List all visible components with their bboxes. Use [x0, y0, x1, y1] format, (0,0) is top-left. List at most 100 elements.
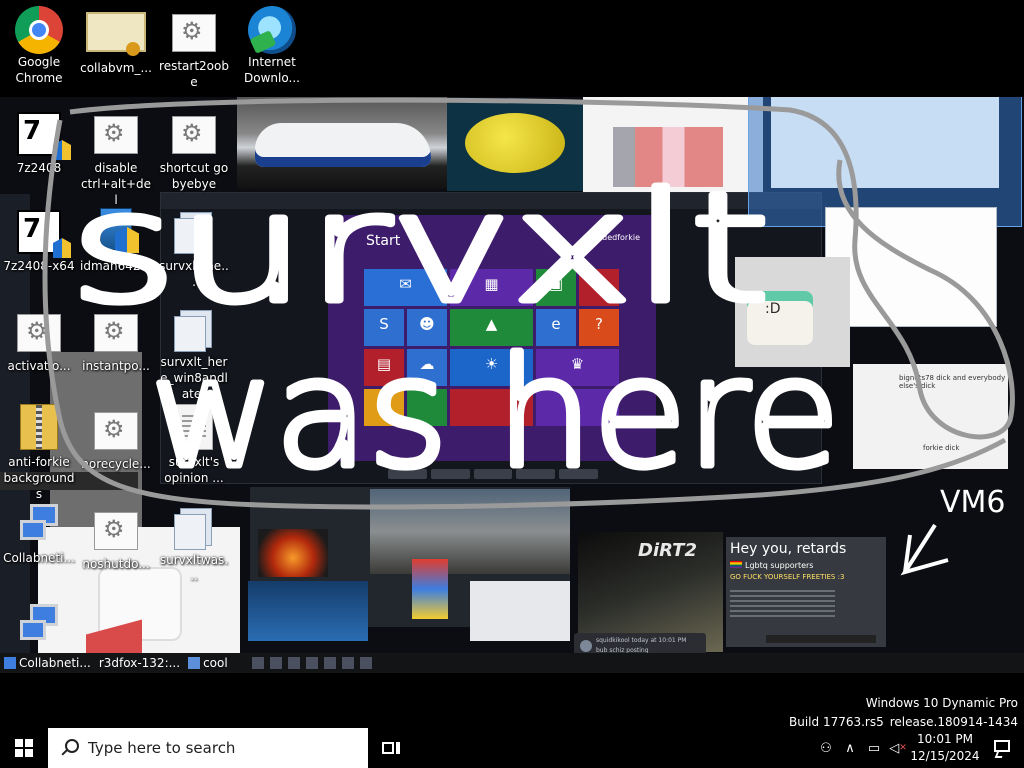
- task-view-icon[interactable]: [380, 738, 402, 758]
- desktop-icon-idman[interactable]: idman642...: [80, 208, 152, 274]
- windows-logo-icon: [15, 739, 33, 757]
- inner-taskbar-item[interactable]: Collabneti...: [0, 654, 95, 672]
- app-icon[interactable]: [287, 657, 300, 669]
- action-center-icon[interactable]: [980, 728, 1024, 768]
- people-icon: ☻: [419, 315, 435, 333]
- start-screen-title: Start: [366, 233, 401, 249]
- wallpaper-banner-window: Hey you, retards Lgbtq supporters GO FUC…: [726, 537, 886, 647]
- desktop-icon-label: restart2oobe: [159, 59, 229, 89]
- desktop-icon-label: activatio...: [7, 359, 71, 373]
- wallpaper-lemon-image: [447, 103, 583, 191]
- inner-taskbar-item[interactable]: cool: [184, 654, 232, 672]
- desktop-icon-label: noshutdo...: [82, 557, 150, 571]
- desktop-icon-label: disable ctrl+alt+del: [80, 161, 152, 207]
- desktop-icon-google-chrome[interactable]: Google Chrome: [3, 6, 75, 86]
- comment-user: squidkikool today at 10:01 PM: [596, 637, 687, 644]
- stacked-files-icon: [174, 504, 214, 550]
- desktop-icon-collabvm[interactable]: collabvm_...: [80, 6, 152, 76]
- wallpaper-race-car-image: [237, 97, 447, 189]
- desktop-icon-label: shortcut go byebye: [159, 161, 229, 191]
- stacked-files-icon: [174, 306, 214, 352]
- rainbow-flag-icon: [730, 561, 742, 568]
- people-icon[interactable]: ⚇: [814, 728, 838, 768]
- desktop-icon-activation[interactable]: activatio...: [3, 306, 75, 374]
- desktop-icon-collabnet-2[interactable]: [3, 602, 75, 640]
- desktop-icon-survxlt-opinion[interactable]: survxlt's opinion ...: [158, 404, 230, 486]
- taskbar-clock[interactable]: 10:01 PM 12/15/2024: [910, 731, 980, 765]
- clock-date: 12/15/2024: [910, 749, 980, 763]
- wallpaper-drawing-note: bignuts78 dick and everybody else's dick…: [853, 364, 1008, 469]
- app-icon[interactable]: [251, 657, 264, 669]
- network-icon[interactable]: ▭: [862, 728, 886, 768]
- desktop-icon-survxlt-here-win8[interactable]: survxlt_here_win8andlater: [158, 306, 230, 402]
- wallpaper-windows8-start-screen: Start retardedforkie ✉ ▦ ▣ ♫ S ☻ ▲ e ? ▤…: [328, 215, 656, 461]
- chevron-up-icon[interactable]: ∧: [838, 728, 862, 768]
- desktop-icon-survxltwas[interactable]: survxltwas...: [158, 504, 230, 584]
- network-computers-icon: [4, 657, 16, 669]
- start-button[interactable]: [0, 728, 48, 768]
- dirt-logo: DiRT2: [638, 540, 697, 561]
- mail-icon: ✉: [399, 275, 412, 293]
- 7z-glyph-text: 7: [23, 116, 42, 146]
- finance-tile: ▲: [450, 309, 533, 346]
- desktop-icon-noshutdo[interactable]: noshutdo...: [80, 504, 152, 572]
- desktop-icon-label: 7z2408-x64: [3, 259, 75, 273]
- wallpaper-sketch-window: [825, 207, 997, 327]
- skype-icon: S: [379, 315, 389, 333]
- app-icon[interactable]: [269, 657, 282, 669]
- app-icon[interactable]: [359, 657, 372, 669]
- desktop-icon-label: instantpo...: [82, 359, 150, 373]
- desktop-icon-anti-forkie-backgrounds[interactable]: anti-forkie backgrounds: [3, 404, 75, 502]
- desktop-icon-restart2oobe[interactable]: restart2oobe: [158, 6, 230, 90]
- desktop-icon-label: idman642...: [80, 259, 152, 273]
- desktop-icon-survxlt-he[interactable]: survxlt_he...: [158, 208, 230, 290]
- banner-taskbar: [766, 635, 876, 643]
- desktop-icon-disable-ctrl-alt-del[interactable]: disable ctrl+alt+del: [80, 108, 152, 208]
- note-caption-2: forkie dick: [923, 444, 960, 452]
- desktop-icon-collabnet-1[interactable]: Collabneti...: [3, 502, 75, 566]
- internet-download-manager-icon: [248, 6, 296, 54]
- watermark-edition: Windows 10 Dynamic Pro: [865, 696, 1018, 710]
- blue-cat-image: [771, 97, 999, 188]
- start-screen-user: retardedforkie: [582, 233, 640, 242]
- desktop-icon-7z2408-x64[interactable]: 7 7z2408-x64: [3, 210, 75, 274]
- banner-rows: [730, 587, 880, 620]
- text-document-icon: [175, 404, 213, 450]
- desktop-tile: [364, 389, 404, 426]
- desktop-icon-instantpo[interactable]: instantpo...: [80, 306, 152, 374]
- folder-icon: [188, 657, 201, 669]
- inner-taskbar-item[interactable]: r3dfox-132:...: [95, 654, 184, 672]
- desktop-icon-label: Internet Downlo...: [244, 55, 300, 85]
- chart-icon: ▲: [485, 315, 498, 333]
- desktop-icon-label: survxlt_here_win8andlater: [160, 355, 228, 401]
- photos-icon: ▣: [548, 275, 564, 293]
- app-icon[interactable]: [341, 657, 354, 669]
- app-icon[interactable]: [305, 657, 318, 669]
- mail-tile: ✉: [364, 269, 447, 306]
- desktop-icon-norecycle[interactable]: norecycle...: [80, 404, 152, 472]
- ie-icon: e: [551, 315, 561, 333]
- search-icon: [60, 739, 79, 757]
- desktop-icon-7z2408[interactable]: 7 7z2408: [3, 112, 75, 176]
- note-caption: bignuts78 dick and everybody else's dick: [899, 374, 1006, 390]
- cloud-icon: ☁: [419, 355, 435, 373]
- wallpaper-truck-image: [370, 489, 570, 574]
- desktop-icon-label: survxlt's opinion ...: [164, 455, 224, 485]
- desktop-icon-internet-download-manager[interactable]: Internet Downlo...: [236, 6, 308, 86]
- certificate-icon: [86, 12, 146, 56]
- store-tile: ▤: [364, 349, 404, 386]
- inner-taskbar-label: cool: [203, 656, 228, 670]
- banner-line: GO FUCK YOURSELF FREETIES :3: [730, 573, 845, 581]
- taskbar-search-box[interactable]: Type here to search: [48, 728, 368, 768]
- calendar-icon: ▦: [484, 275, 499, 293]
- taskbar: Type here to search ⚇ ∧ ▭ ◁ ✕ 10:01 PM 12…: [0, 728, 1024, 768]
- settings-file-icon: [94, 512, 138, 550]
- settings-file-icon: [94, 412, 138, 450]
- inner-taskbar-label: Collabneti...: [19, 656, 91, 670]
- app-icon[interactable]: [323, 657, 336, 669]
- 7zip-installer-icon: 7: [17, 112, 61, 156]
- volume-muted-icon[interactable]: ◁ ✕: [886, 728, 910, 768]
- banner-subtitle: Lgbtq supporters: [730, 561, 813, 570]
- trophy-icon: ♛: [570, 355, 585, 373]
- desktop-icon-shortcut-go-byebye[interactable]: shortcut go byebye: [158, 108, 230, 192]
